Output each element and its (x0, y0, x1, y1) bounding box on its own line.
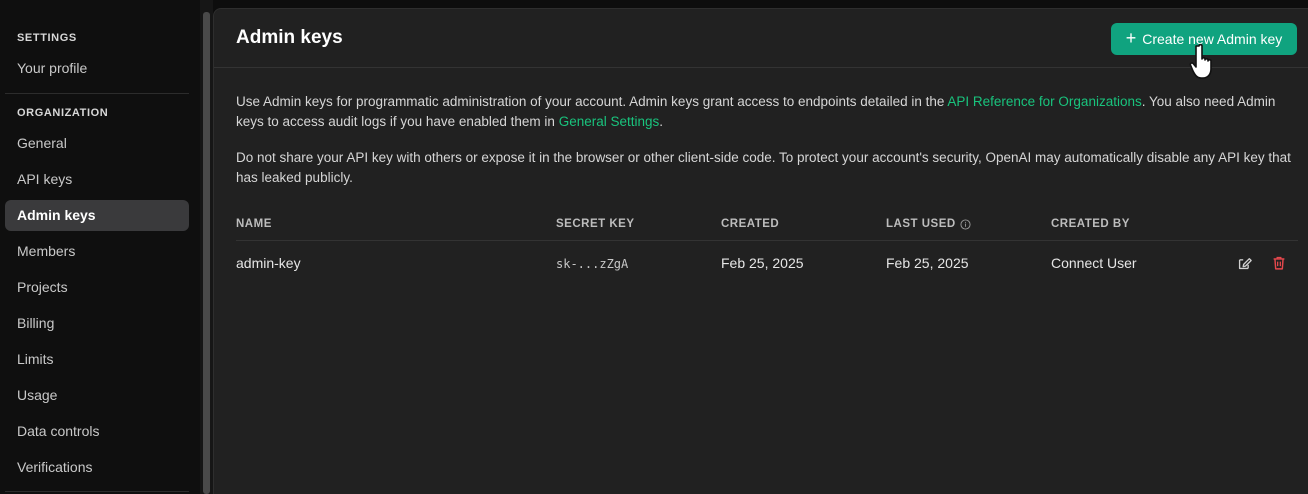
trash-icon[interactable] (1270, 254, 1288, 272)
organization-section-title: ORGANIZATION (17, 107, 109, 119)
app-window: SETTINGS Your profile ORGANIZATION Gener… (0, 0, 1308, 494)
column-header-last-used: LAST USED (886, 218, 971, 230)
sidebar-item-usage[interactable]: Usage (5, 380, 189, 411)
cell-name: admin-key (236, 255, 301, 271)
sidebar-item-data-controls[interactable]: Data controls (5, 416, 189, 447)
sidebar-scrollbar-thumb[interactable] (203, 12, 210, 494)
warning-paragraph: Do not share your API key with others or… (236, 150, 1291, 185)
table-header-divider (236, 240, 1298, 241)
edit-icon[interactable] (1236, 254, 1254, 272)
sidebar: SETTINGS Your profile ORGANIZATION Gener… (0, 0, 200, 494)
sidebar-item-general[interactable]: General (5, 128, 189, 159)
plus-icon: + (1125, 28, 1137, 48)
column-header-secret-key: SECRET KEY (556, 218, 635, 230)
info-icon[interactable] (960, 218, 971, 230)
column-header-last-used-label: LAST USED (886, 218, 956, 230)
main-panel: Admin keys + Create new Admin key Use Ad… (213, 8, 1308, 494)
column-header-created: CREATED (721, 218, 779, 230)
sidebar-item-billing[interactable]: Billing (5, 308, 189, 339)
intro-text-1: Use Admin keys for programmatic administ… (236, 94, 948, 109)
intro-text-3: . (659, 114, 664, 129)
intro-paragraph: Use Admin keys for programmatic administ… (236, 92, 1298, 132)
cell-created: Feb 25, 2025 (721, 255, 804, 271)
sidebar-item-api-keys[interactable]: API keys (5, 164, 189, 195)
sidebar-item-your-profile[interactable]: Your profile (5, 53, 189, 84)
column-header-created-by: CREATED BY (1051, 218, 1130, 230)
api-reference-link[interactable]: API Reference for Organizations (947, 94, 1141, 109)
header-divider (214, 67, 1308, 68)
sidebar-item-members[interactable]: Members (5, 236, 189, 267)
sidebar-item-verifications[interactable]: Verifications (5, 452, 189, 483)
cell-last-used: Feb 25, 2025 (886, 255, 969, 271)
sidebar-item-projects[interactable]: Projects (5, 272, 189, 303)
sidebar-divider (5, 93, 189, 94)
sidebar-divider-bottom (5, 491, 189, 492)
column-header-name: NAME (236, 218, 272, 230)
sidebar-item-limits[interactable]: Limits (5, 344, 189, 375)
sidebar-item-admin-keys[interactable]: Admin keys (5, 200, 189, 231)
page-title: Admin keys (236, 27, 343, 48)
hand-pointer-cursor-icon (1189, 43, 1212, 79)
column-header-created-by-label: CREATED BY (1051, 218, 1130, 230)
cell-created-by: Connect User (1051, 255, 1137, 271)
column-header-name-label: NAME (236, 218, 272, 230)
cell-secret-key: sk-...zZgA (556, 257, 629, 271)
general-settings-link[interactable]: General Settings (559, 114, 660, 129)
settings-section-title: SETTINGS (17, 32, 77, 44)
column-header-secret-key-label: SECRET KEY (556, 218, 635, 230)
column-header-created-label: CREATED (721, 218, 780, 230)
